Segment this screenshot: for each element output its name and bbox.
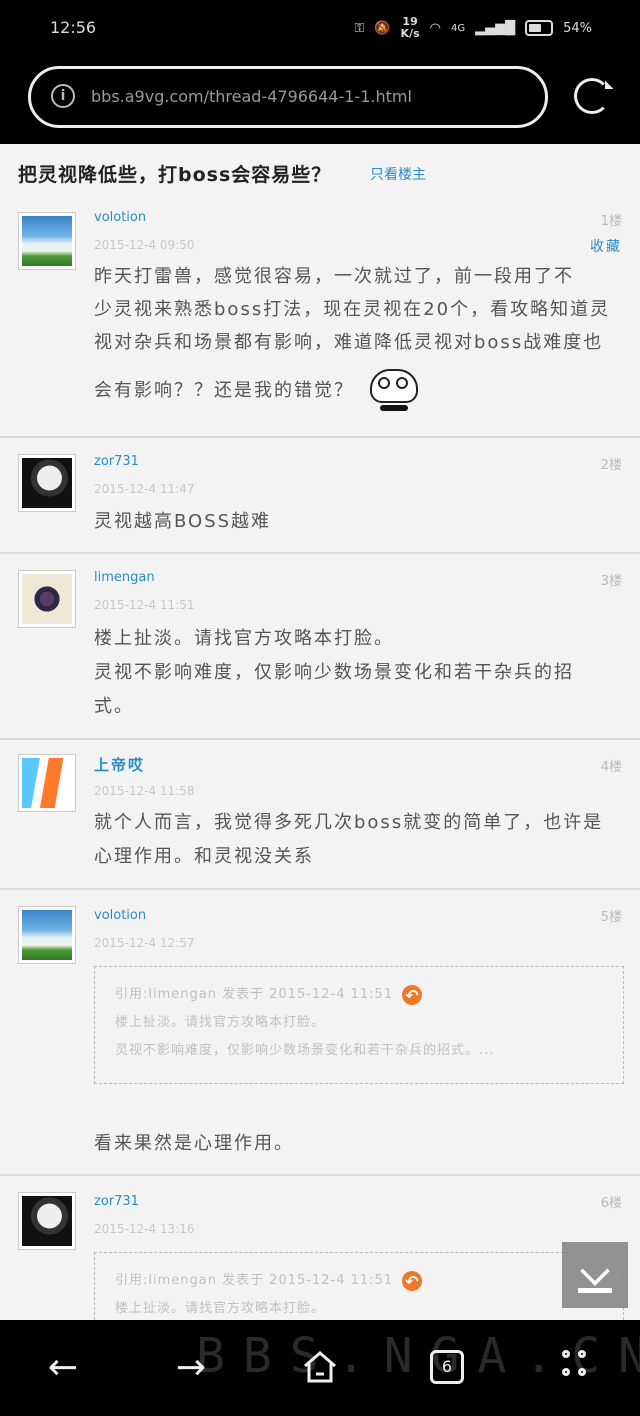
quote-header-text: 引用:limengan 发表于 2015-12-4 11:51 [115, 987, 394, 1002]
quote-box: 引用:limengan 发表于 2015-12-4 11:51 楼上扯淡。请找官… [94, 966, 624, 1084]
post-line: 楼上扯淡。请找官方攻略本打脸。 [94, 628, 394, 649]
post-line: 就个人而言，我觉得多死几次boss就变的简单了，也许是 [94, 812, 604, 833]
back-arrow-icon[interactable]: ← [38, 1348, 88, 1388]
forward-arrow-icon[interactable]: → [166, 1348, 216, 1388]
post-line: 心理作用。和灵视没关系 [94, 846, 314, 867]
dizzy-emoticon-icon [368, 369, 420, 413]
net-speed: 19 K/s [401, 16, 420, 40]
username[interactable]: volotion [94, 908, 146, 923]
floor-number: 6楼 [600, 1196, 622, 1211]
post-2: zor731 2楼 2015-12-4 11:47 灵视越高BOSS越难 [0, 436, 640, 552]
quote-header: 引用:limengan 发表于 2015-12-4 11:51 [115, 1267, 603, 1295]
post-line: 看来果然是心理作用。 [94, 1133, 294, 1154]
signal-icon: ▂▄▆█ [475, 20, 516, 36]
tabs-button[interactable]: 6 [430, 1350, 464, 1384]
post-line: 会有影响？？还是我的错觉？ [94, 380, 354, 401]
avatar[interactable] [18, 906, 76, 964]
post-body: 昨天打雷兽，感觉很容易，一次就过了，前一段用了不 少灵视来熟悉boss打法，现在… [94, 260, 624, 413]
floor-number: 4楼 [600, 760, 622, 775]
username[interactable]: zor731 [94, 1194, 139, 1209]
quote-box: 引用:limengan 发表于 2015-12-4 11:51 楼上扯淡。请找官… [94, 1252, 624, 1320]
post-time: 2015-12-4 11:58 [94, 784, 195, 798]
battery-icon [525, 20, 554, 36]
url-bar[interactable]: i bbs.a9vg.com/thread-4796644-1-1.html [28, 66, 548, 128]
wifi-icon: ◠ [429, 20, 441, 36]
post-line: 灵视越高BOSS越难 [94, 511, 272, 532]
post-time: 2015-12-4 11:51 [94, 598, 195, 612]
browser-toolbar: i bbs.a9vg.com/thread-4796644-1-1.html [0, 60, 640, 144]
status-bar: 12:56 ⚿ 🔕 19 K/s ◠ 4G ▂▄▆█ 54% [0, 0, 640, 60]
username[interactable]: volotion [94, 210, 146, 225]
avatar[interactable] [18, 754, 76, 812]
mute-bell-icon: 🔕 [374, 20, 391, 36]
post-1: volotion 1楼 2015-12-4 09:50 收藏 昨天打雷兽，感觉很… [0, 200, 640, 436]
battery-percent: 54% [563, 20, 592, 36]
op-only-link[interactable]: 只看楼主 [370, 164, 426, 184]
post-6: zor731 6楼 2015-12-4 13:16 引用:limengan 发表… [0, 1174, 640, 1320]
avatar[interactable] [18, 1192, 76, 1250]
key-icon: ⚿ [354, 20, 365, 36]
post-line: 灵视不影响难度，仅影响少数场景变化和若干杂兵的招 [94, 662, 574, 683]
post-4: 上帝哎 4楼 2015-12-4 11:58 就个人而言，我觉得多死几次boss… [0, 738, 640, 888]
post-body: 就个人而言，我觉得多死几次boss就变的简单了，也许是 心理作用。和灵视没关系 [94, 806, 624, 874]
scroll-to-bottom-button[interactable] [562, 1242, 628, 1308]
post-time: 2015-12-4 12:57 [94, 936, 195, 950]
post-line: 式。 [94, 696, 134, 717]
floor-number: 2楼 [600, 458, 622, 473]
post-line: 少灵视来熟悉boss打法，现在灵视在20个，看攻略知道灵 [94, 299, 611, 320]
status-time: 12:56 [50, 18, 97, 37]
thread-header: 把灵视降低些，打boss会容易些？ 只看楼主 [0, 144, 640, 200]
avatar[interactable] [18, 212, 76, 270]
home-icon[interactable] [302, 1350, 338, 1384]
favorite-link[interactable]: 收藏 [590, 236, 622, 256]
post-body: 楼上扯淡。请找官方攻略本打脸。 灵视不影响难度，仅影响少数场景变化和若干杂兵的招… [94, 622, 624, 724]
quote-line: 楼上扯淡。请找官方攻略本打脸。 [115, 1015, 326, 1030]
post-time: 2015-12-4 13:16 [94, 1222, 195, 1236]
quote-header-text: 引用:limengan 发表于 2015-12-4 11:51 [115, 1273, 394, 1288]
quote-line: 灵视不影响难度，仅影响少数场景变化和若干杂兵的招式。... [115, 1043, 495, 1058]
info-icon[interactable]: i [51, 84, 75, 108]
floor-number: 5楼 [600, 910, 622, 925]
reload-icon[interactable] [574, 78, 610, 114]
jump-to-quote-icon[interactable] [402, 1268, 423, 1295]
username[interactable]: 上帝哎 [94, 754, 145, 775]
net-speed-unit: K/s [400, 27, 420, 40]
quote-header: 引用:limengan 发表于 2015-12-4 11:51 [115, 981, 603, 1009]
tab-count: 6 [441, 1357, 453, 1376]
username[interactable]: zor731 [94, 454, 139, 469]
quote-line: 楼上扯淡。请找官方攻略本打脸。 [115, 1301, 326, 1316]
jump-to-quote-icon[interactable] [402, 982, 423, 1009]
post-body: 看来果然是心理作用。 [94, 1128, 624, 1159]
floor-number: 1楼 [600, 214, 622, 229]
url-text[interactable]: bbs.a9vg.com/thread-4796644-1-1.html [91, 87, 412, 106]
avatar[interactable] [18, 454, 76, 512]
status-icons: ⚿ 🔕 19 K/s ◠ 4G ▂▄▆█ 54% [354, 16, 592, 40]
post-body: 灵视越高BOSS越难 [94, 506, 624, 537]
network-type: 4G [450, 22, 466, 34]
post-3: limengan 3楼 2015-12-4 11:51 楼上扯淡。请找官方攻略本… [0, 552, 640, 738]
floor-number: 3楼 [600, 574, 622, 589]
avatar[interactable] [18, 570, 76, 628]
post-time: 2015-12-4 09:50 [94, 238, 195, 252]
post-5: volotion 5楼 2015-12-4 12:57 引用:limengan … [0, 888, 640, 1174]
post-time: 2015-12-4 11:47 [94, 482, 195, 496]
post-line-wrap: 会有影响？？还是我的错觉？ [94, 369, 624, 413]
menu-icon[interactable] [562, 1350, 592, 1384]
browser-nav-bar: BBS.NGA.CN ← → 6 [0, 1320, 640, 1416]
chevron-down-icon [580, 1256, 610, 1286]
bottom-bar-icon-part [578, 1288, 612, 1293]
username[interactable]: limengan [94, 570, 155, 585]
post-line: 视对杂兵和场景都有影响，难道降低灵视对boss战难度也 [94, 332, 604, 353]
thread-title: 把灵视降低些，打boss会容易些？ [18, 164, 332, 186]
post-line: 昨天打雷兽，感觉很容易，一次就过了，前一段用了不 [94, 266, 574, 287]
